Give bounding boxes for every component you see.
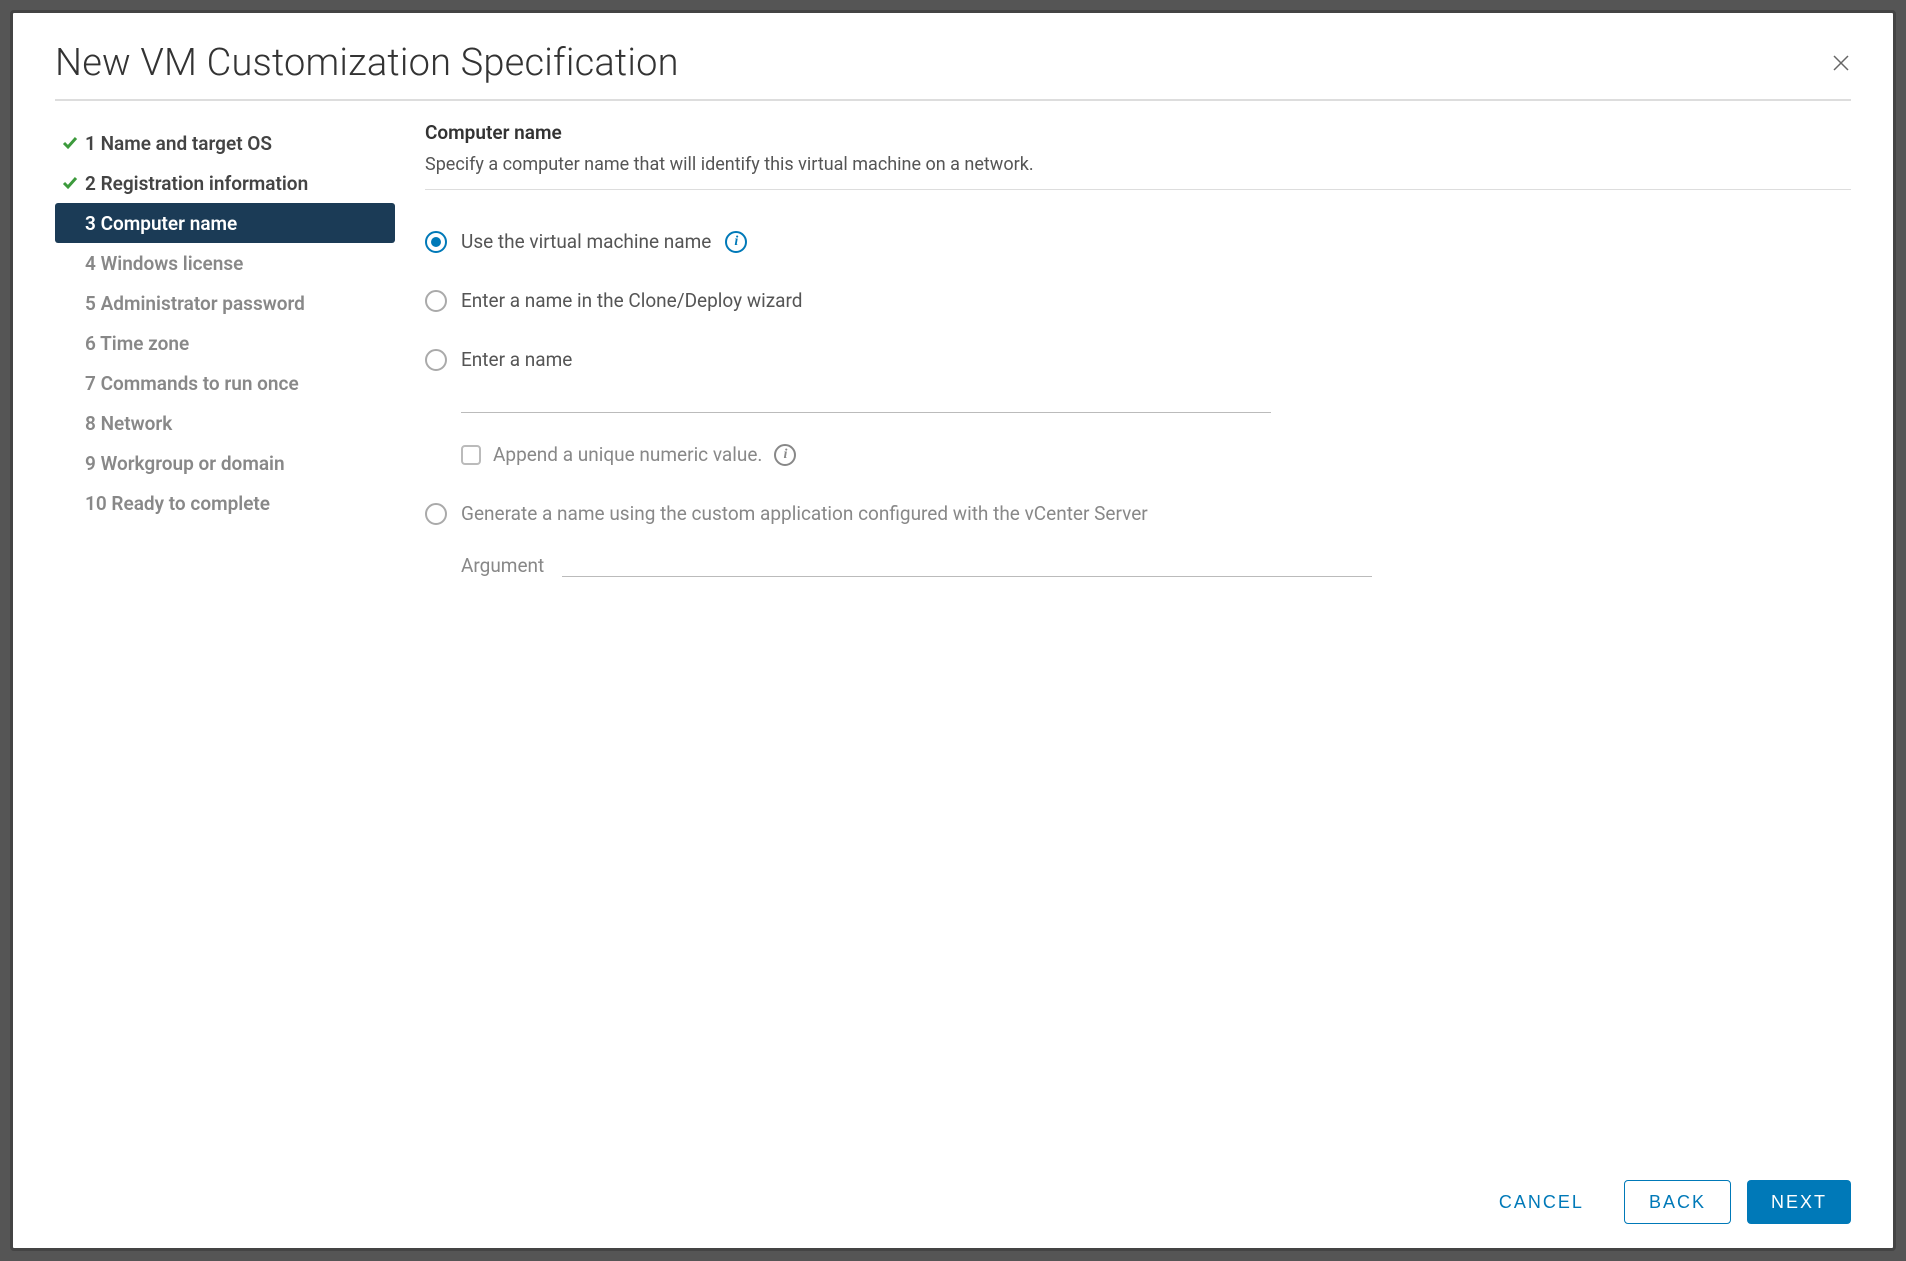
wizard-step-windows-license[interactable]: 4 Windows license — [55, 243, 395, 283]
enter-name-subsection: Append a unique numeric value. i — [461, 381, 1851, 466]
wizard-step-network[interactable]: 8 Network — [55, 403, 395, 443]
wizard-step-registration-info[interactable]: 2 Registration information — [55, 163, 395, 203]
next-button[interactable]: NEXT — [1747, 1180, 1851, 1224]
wizard-step-label: 9 Workgroup or domain — [85, 452, 285, 475]
radio-icon[interactable] — [425, 503, 447, 525]
append-unique-label: Append a unique numeric value. — [493, 443, 762, 466]
wizard-step-label: 6 Time zone — [85, 332, 189, 355]
option-label: Generate a name using the custom applica… — [461, 502, 1148, 525]
option-enter-in-wizard[interactable]: Enter a name in the Clone/Deploy wizard — [425, 289, 1851, 312]
wizard-nav: 1 Name and target OS 2 Registration info… — [55, 119, 395, 1160]
back-button[interactable]: BACK — [1624, 1180, 1731, 1224]
info-icon[interactable]: i — [774, 444, 796, 466]
wizard-step-label: 10 Ready to complete — [85, 492, 270, 515]
append-unique-checkbox[interactable] — [461, 445, 481, 465]
argument-row: Argument — [461, 545, 1851, 577]
section-divider — [425, 189, 1851, 190]
close-icon[interactable] — [1831, 53, 1851, 73]
wizard-step-label: 8 Network — [85, 412, 172, 435]
wizard-step-admin-password[interactable]: 5 Administrator password — [55, 283, 395, 323]
radio-icon[interactable] — [425, 231, 447, 253]
check-icon — [61, 175, 79, 191]
section-description: Specify a computer name that will identi… — [425, 154, 1851, 175]
wizard-step-label: 5 Administrator password — [85, 292, 305, 315]
wizard-step-label: 2 Registration information — [85, 172, 308, 195]
append-unique-row: Append a unique numeric value. i — [461, 443, 1851, 466]
option-generate-custom[interactable]: Generate a name using the custom applica… — [425, 502, 1851, 525]
info-icon[interactable]: i — [725, 231, 747, 253]
customization-spec-dialog: New VM Customization Specification 1 Nam… — [10, 10, 1896, 1251]
wizard-step-workgroup-domain[interactable]: 9 Workgroup or domain — [55, 443, 395, 483]
radio-icon[interactable] — [425, 349, 447, 371]
option-label: Enter a name — [461, 348, 572, 371]
option-label: Use the virtual machine name — [461, 230, 711, 253]
section-title: Computer name — [425, 121, 1851, 144]
check-icon — [61, 135, 79, 151]
argument-label: Argument — [461, 554, 544, 577]
argument-input[interactable] — [562, 545, 1372, 577]
dialog-title: New VM Customization Specification — [55, 41, 679, 85]
content-panel: Computer name Specify a computer name th… — [395, 119, 1851, 1160]
option-label: Enter a name in the Clone/Deploy wizard — [461, 289, 802, 312]
dialog-header: New VM Customization Specification — [55, 41, 1851, 101]
dialog-footer: CANCEL BACK NEXT — [55, 1160, 1851, 1224]
option-use-vm-name[interactable]: Use the virtual machine name i — [425, 230, 1851, 253]
wizard-step-label: 1 Name and target OS — [85, 132, 272, 155]
wizard-step-commands-run-once[interactable]: 7 Commands to run once — [55, 363, 395, 403]
wizard-step-label: 4 Windows license — [85, 252, 243, 275]
wizard-step-name-target-os[interactable]: 1 Name and target OS — [55, 123, 395, 163]
dialog-body: 1 Name and target OS 2 Registration info… — [55, 119, 1851, 1160]
wizard-step-computer-name[interactable]: 3 Computer name — [55, 203, 395, 243]
wizard-step-label: 7 Commands to run once — [85, 372, 299, 395]
radio-icon[interactable] — [425, 290, 447, 312]
wizard-step-ready-complete[interactable]: 10 Ready to complete — [55, 483, 395, 523]
wizard-step-label: 3 Computer name — [85, 212, 237, 235]
wizard-step-time-zone[interactable]: 6 Time zone — [55, 323, 395, 363]
computer-name-input[interactable] — [461, 381, 1271, 413]
cancel-button[interactable]: CANCEL — [1475, 1180, 1608, 1224]
option-enter-name[interactable]: Enter a name — [425, 348, 1851, 371]
